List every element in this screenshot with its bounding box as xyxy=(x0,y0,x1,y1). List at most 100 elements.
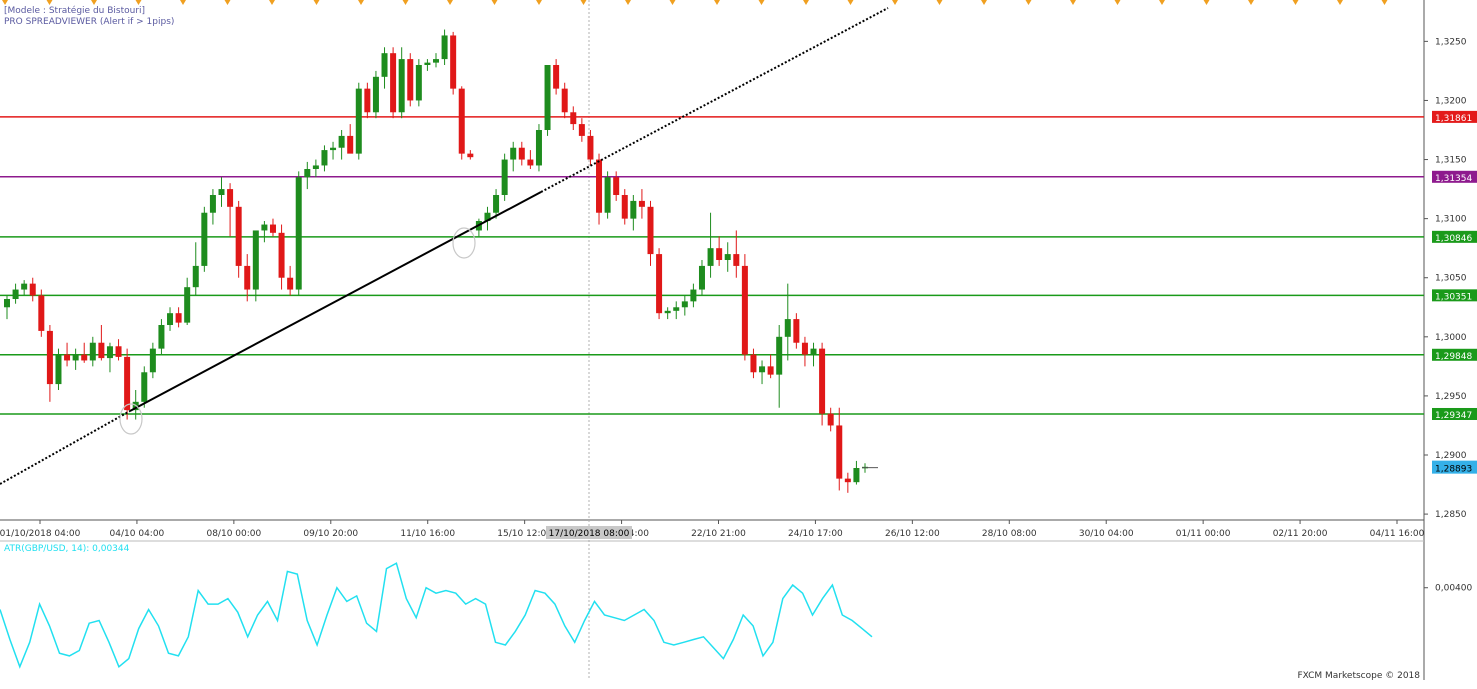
chart-model-title: [Modele : Stratégie du Bistouri] xyxy=(4,6,146,16)
candle-body xyxy=(415,65,422,101)
candle-body xyxy=(29,283,36,296)
candle-body xyxy=(784,319,791,337)
candle-body xyxy=(141,372,148,402)
x-tick-label: 22/10 21:00 xyxy=(691,529,746,539)
y-tick-label: 1,3200 xyxy=(1435,96,1467,106)
candle-body xyxy=(467,153,474,158)
candle-body xyxy=(201,212,208,266)
candle-body xyxy=(55,354,62,385)
x-tick-label: 11/10 16:00 xyxy=(400,529,455,539)
candle-body xyxy=(819,348,826,414)
candle-body xyxy=(673,307,680,311)
candle-body xyxy=(750,354,757,373)
y-tick-label: 1,2850 xyxy=(1435,510,1467,520)
x-tick-label: 30/10 04:00 xyxy=(1079,529,1134,539)
candle-body xyxy=(587,135,594,160)
x-tick-label: 09/10 20:00 xyxy=(303,529,358,539)
candle-body xyxy=(801,342,808,355)
candle-body xyxy=(433,59,439,63)
candle-body xyxy=(613,177,620,195)
candle-body xyxy=(21,283,28,290)
candle-body xyxy=(458,88,465,154)
candle-body xyxy=(81,354,88,361)
candle-body xyxy=(656,254,663,314)
candle-body xyxy=(12,289,19,299)
candle-body xyxy=(707,248,714,266)
candle-body xyxy=(64,354,71,361)
candle-body xyxy=(493,195,500,213)
candle-body xyxy=(698,265,705,290)
atr-series-line xyxy=(0,562,873,669)
level-label: 1,29347 xyxy=(1435,411,1472,421)
candle-body xyxy=(218,189,225,195)
x-tick-label: 24/10 17:00 xyxy=(788,529,843,539)
candle-body xyxy=(407,59,414,101)
candle-body xyxy=(690,289,697,302)
candle-body xyxy=(535,130,542,166)
candle-body xyxy=(227,189,234,207)
x-tick-label: 01/11 00:00 xyxy=(1176,529,1231,539)
candle-body xyxy=(38,295,45,331)
candle-body xyxy=(553,65,560,89)
level-label: 1,29848 xyxy=(1435,352,1472,362)
candle-body xyxy=(295,177,302,290)
candle-body xyxy=(441,35,448,60)
y-tick-label: 1,2900 xyxy=(1435,451,1467,461)
candle-body xyxy=(338,135,345,148)
candle-body xyxy=(827,413,834,426)
candle-body xyxy=(510,147,517,160)
candle-body xyxy=(330,147,337,151)
candle-body xyxy=(175,313,182,323)
candle-body xyxy=(450,35,457,89)
x-tick-label: 28/10 08:00 xyxy=(982,529,1037,539)
candle-body xyxy=(252,230,259,290)
footer-copyright: FXCM Marketscope © 2018 xyxy=(1297,671,1420,681)
x-tick-label: 08/10 00:00 xyxy=(206,529,261,539)
y-tick-label: 1,3050 xyxy=(1435,274,1467,284)
candle-body xyxy=(724,254,731,260)
candle-body xyxy=(836,425,843,479)
level-label: 1,30846 xyxy=(1435,234,1472,244)
candle-body xyxy=(89,342,96,361)
candle-body xyxy=(664,310,671,314)
candle-body xyxy=(381,53,388,77)
candle-body xyxy=(244,265,251,290)
candle-body xyxy=(115,346,122,357)
level-label: 1,31354 xyxy=(1435,174,1472,184)
candle-body xyxy=(167,313,174,325)
candle-body xyxy=(561,88,568,113)
candle-body xyxy=(596,159,603,213)
x-tick-label: 01/10/2018 04:00 xyxy=(0,529,81,539)
candle-body xyxy=(261,224,268,231)
y-tick-label: 1,3250 xyxy=(1435,37,1467,47)
crosshair-date-label: 17/10/2018 08:00 xyxy=(549,529,630,539)
candle-body xyxy=(278,232,285,278)
x-tick-label: 02/11 20:00 xyxy=(1273,529,1328,539)
candle-body xyxy=(578,124,585,136)
candle-body xyxy=(149,348,156,373)
candle-body xyxy=(638,200,645,207)
candle-body xyxy=(630,200,637,219)
candle-body xyxy=(810,348,817,355)
candle-body xyxy=(312,165,319,169)
level-label: 1,30351 xyxy=(1435,292,1472,302)
x-tick-label: 04/11 16:00 xyxy=(1370,529,1425,539)
chart-indicator-title: PRO SPREADVIEWER (Alert if > 1pips) xyxy=(4,17,175,27)
candle-body xyxy=(544,65,551,130)
candle-body xyxy=(759,366,766,373)
x-tick-label: 26/10 12:00 xyxy=(885,529,940,539)
atr-y-tick-label: 0,00400 xyxy=(1435,584,1472,594)
candle-body xyxy=(98,342,105,359)
candle-body xyxy=(793,319,800,343)
candle-body xyxy=(235,206,242,266)
candle-body xyxy=(767,366,774,375)
candle-body xyxy=(741,265,748,355)
candle-body xyxy=(527,159,534,166)
y-tick-label: 1,2950 xyxy=(1435,392,1467,402)
x-tick-label: 15/10 12:00 xyxy=(497,529,552,539)
candle-body xyxy=(364,88,371,113)
candle-body xyxy=(733,254,740,266)
current-price-label: 1,28893 xyxy=(1435,465,1472,475)
candle-body xyxy=(72,354,79,361)
candle-body xyxy=(518,147,525,160)
